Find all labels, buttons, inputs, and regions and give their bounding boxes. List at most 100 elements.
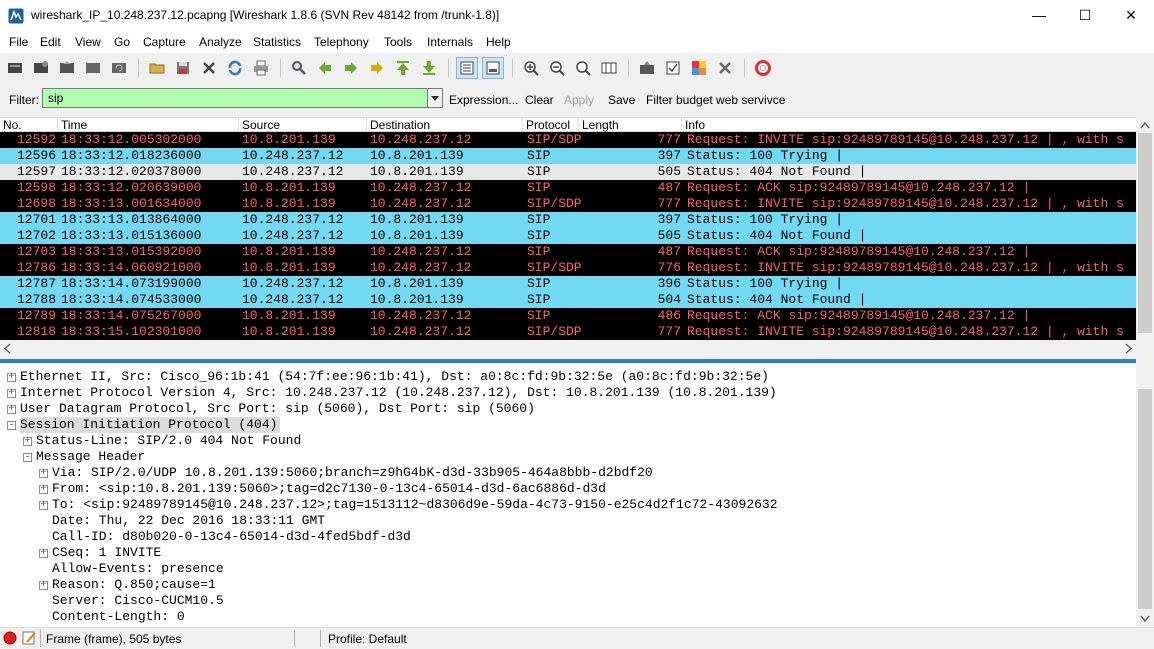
detail-tree-item[interactable]: From: <sip:10.8.201.139:5060>;tag=d2c713…: [52, 481, 606, 497]
menu-file[interactable]: File: [9, 35, 28, 49]
help-icon[interactable]: [752, 57, 774, 79]
collapse-icon[interactable]: -: [23, 453, 32, 462]
packet-row[interactable]: 12703 18:33:13.015392000 10.8.201.139 10.24…: [0, 244, 1136, 260]
packet-row[interactable]: 12698 18:33:13.001634000 10.8.201.139 10.24…: [0, 196, 1136, 212]
packet-row[interactable]: 12702 18:33:13.015136000 10.248.237.12 10.8…: [0, 228, 1136, 244]
expand-icon[interactable]: +: [7, 405, 16, 414]
close-icon[interactable]: ✕: [1108, 0, 1154, 31]
scrollbar-track[interactable]: [16, 343, 1116, 354]
scroll-down-icon[interactable]: [1136, 611, 1154, 627]
packet-row[interactable]: 12789 18:33:14.075267000 10.8.201.139 10.24…: [0, 308, 1136, 324]
zoom-in-icon[interactable]: [520, 57, 542, 79]
status-profile[interactable]: Profile: Default: [328, 632, 407, 646]
packet-row[interactable]: 12787 18:33:14.073199000 10.248.237.12 10.8…: [0, 276, 1136, 292]
detail-tree-item[interactable]: Allow-Events: presence: [52, 561, 224, 577]
colorize-icon[interactable]: [456, 57, 478, 79]
detail-tree-item[interactable]: Internet Protocol Version 4, Src: 10.248…: [20, 385, 777, 401]
detail-tree-item[interactable]: Via: SIP/2.0/UDP 10.8.201.139:5060;branc…: [52, 465, 653, 481]
coloring-rules-icon[interactable]: [688, 57, 710, 79]
expand-icon[interactable]: +: [7, 389, 16, 398]
menu-capture[interactable]: Capture: [143, 35, 186, 49]
column-time[interactable]: Time: [57, 118, 238, 132]
menu-view[interactable]: View: [75, 35, 101, 49]
scroll-left-icon[interactable]: [0, 340, 16, 357]
column-no[interactable]: No.: [0, 118, 57, 132]
detail-tree-item[interactable]: Message Header: [36, 449, 145, 465]
zoom-out-icon[interactable]: [546, 57, 568, 79]
expand-icon[interactable]: +: [7, 373, 16, 382]
detail-tree-item[interactable]: Server: Cisco-CUCM10.5: [52, 593, 224, 609]
detail-tree-item[interactable]: User Datagram Protocol, Src Port: sip (5…: [20, 401, 535, 417]
column-protocol[interactable]: Protocol: [522, 118, 578, 132]
packet-row[interactable]: 12598 18:33:12.020639000 10.8.201.139 10.24…: [0, 180, 1136, 196]
menu-tools[interactable]: Tools: [384, 35, 412, 49]
apply-button[interactable]: Apply: [564, 93, 594, 107]
print-icon[interactable]: [250, 57, 272, 79]
expand-icon[interactable]: +: [39, 549, 48, 558]
packet-details[interactable]: + Ethernet II, Src: Cisco_96:1b:41 (54:7f…: [0, 363, 1136, 627]
packet-row[interactable]: 12701 18:33:13.013864000 10.248.237.12 10.8…: [0, 212, 1136, 228]
menu-internals[interactable]: Internals: [427, 35, 473, 49]
menu-go[interactable]: Go: [114, 35, 130, 49]
packet-row[interactable]: 12596 18:33:12.018236000 10.248.237.12 10.8…: [0, 148, 1136, 164]
preferences-icon[interactable]: [714, 57, 736, 79]
close-file-icon[interactable]: [198, 57, 220, 79]
collapse-icon[interactable]: -: [7, 421, 16, 430]
detail-tree-item[interactable]: Date: Thu, 22 Dec 2016 18:33:11 GMT: [52, 513, 325, 529]
detail-tree-item[interactable]: Reason: Q.850;cause=1: [52, 577, 216, 593]
open-file-icon[interactable]: [146, 57, 168, 79]
capture-options-icon[interactable]: [30, 57, 52, 79]
menu-statistics[interactable]: Statistics: [253, 35, 301, 49]
go-forward-icon[interactable]: [340, 57, 362, 79]
expression-button[interactable]: Expression...: [449, 93, 518, 107]
packet-list[interactable]: 12592 18:33:12.005302000 10.8.201.139 10.24…: [0, 132, 1136, 340]
save-filter-button[interactable]: Save: [608, 93, 635, 107]
packet-details-vertical-scrollbar[interactable]: [1136, 363, 1154, 627]
scrollbar-thumb[interactable]: [1138, 389, 1152, 609]
interface-list-icon[interactable]: [4, 57, 26, 79]
filter-input[interactable]: sip: [42, 88, 428, 108]
capture-filters-icon[interactable]: [636, 57, 658, 79]
detail-tree-item[interactable]: Content-Length: 0: [52, 609, 185, 625]
expand-icon[interactable]: +: [39, 485, 48, 494]
capture-comment-icon[interactable]: [21, 630, 37, 646]
start-capture-icon[interactable]: [56, 57, 78, 79]
column-length[interactable]: Length: [578, 118, 681, 132]
filter-dropdown-button[interactable]: [427, 88, 443, 108]
column-info[interactable]: Info: [681, 118, 1136, 132]
expand-icon[interactable]: +: [39, 581, 48, 590]
display-filters-icon[interactable]: [662, 57, 684, 79]
scroll-right-icon[interactable]: [1120, 340, 1136, 357]
detail-tree-item[interactable]: CSeq: 1 INVITE: [52, 545, 161, 561]
reload-icon[interactable]: [224, 57, 246, 79]
minimize-icon[interactable]: —: [1016, 0, 1062, 31]
packet-list-horizontal-scrollbar[interactable]: [0, 340, 1136, 357]
packet-row[interactable]: 12597 18:33:12.020378000 10.248.237.12 10.8…: [0, 164, 1136, 180]
detail-tree-item[interactable]: Ethernet II, Src: Cisco_96:1b:41 (54:7f:…: [20, 369, 769, 385]
clear-button[interactable]: Clear: [525, 93, 554, 107]
column-source[interactable]: Source: [238, 118, 366, 132]
packet-row[interactable]: 12786 18:33:14.060921000 10.8.201.139 10.24…: [0, 260, 1136, 276]
expand-icon[interactable]: +: [23, 437, 32, 446]
packet-list-vertical-scrollbar[interactable]: [1136, 117, 1154, 340]
go-to-packet-icon[interactable]: [366, 57, 388, 79]
expand-icon[interactable]: +: [39, 469, 48, 478]
scroll-up-icon[interactable]: [1136, 117, 1154, 133]
restart-capture-icon[interactable]: [108, 57, 130, 79]
expand-icon[interactable]: +: [39, 501, 48, 510]
detail-tree-item[interactable]: Status-Line: SIP/2.0 404 Not Found: [36, 433, 301, 449]
normal-size-icon[interactable]: [572, 57, 594, 79]
packet-row[interactable]: 12592 18:33:12.005302000 10.8.201.139 10.24…: [0, 132, 1136, 148]
scrollbar-thumb[interactable]: [1138, 133, 1152, 333]
find-packet-icon[interactable]: [288, 57, 310, 79]
packet-row[interactable]: 12788 18:33:14.074533000 10.248.237.12 10.8…: [0, 292, 1136, 308]
stop-capture-icon[interactable]: [82, 57, 104, 79]
detail-tree-item[interactable]: Call-ID: d80b020-0-13c4-65014-d3d-4fed5b…: [52, 529, 411, 545]
auto-scroll-icon[interactable]: [482, 57, 504, 79]
expert-info-icon[interactable]: [3, 631, 17, 645]
save-file-icon[interactable]: [172, 57, 194, 79]
go-last-icon[interactable]: [418, 57, 440, 79]
column-destination[interactable]: Destination: [366, 118, 522, 132]
maximize-icon[interactable]: ☐: [1062, 0, 1108, 31]
go-first-icon[interactable]: [392, 57, 414, 79]
